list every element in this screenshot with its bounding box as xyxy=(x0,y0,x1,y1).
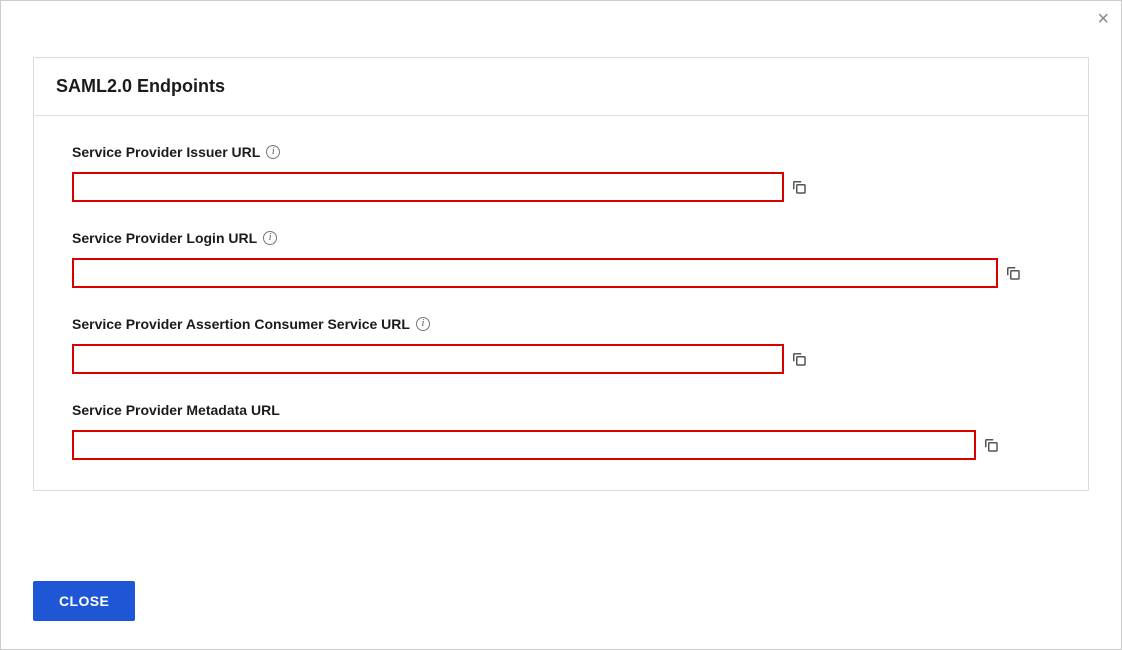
info-icon[interactable]: i xyxy=(263,231,277,245)
card-header: SAML2.0 Endpoints xyxy=(34,58,1088,116)
info-icon[interactable]: i xyxy=(266,145,280,159)
label-row: Service Provider Metadata URL xyxy=(72,402,1050,418)
acs-label: Service Provider Assertion Consumer Serv… xyxy=(72,316,410,332)
field-issuer: Service Provider Issuer URL i xyxy=(72,144,1050,202)
copy-icon[interactable] xyxy=(1004,264,1022,282)
info-icon[interactable]: i xyxy=(416,317,430,331)
input-row xyxy=(72,172,1050,202)
close-icon[interactable]: × xyxy=(1097,9,1109,29)
input-row xyxy=(72,344,1050,374)
modal-footer: CLOSE xyxy=(33,581,135,621)
label-row: Service Provider Assertion Consumer Serv… xyxy=(72,316,1050,332)
copy-icon[interactable] xyxy=(982,436,1000,454)
metadata-input[interactable] xyxy=(72,430,976,460)
endpoints-card: SAML2.0 Endpoints Service Provider Issue… xyxy=(33,57,1089,491)
login-input[interactable] xyxy=(72,258,998,288)
acs-input[interactable] xyxy=(72,344,784,374)
login-label: Service Provider Login URL xyxy=(72,230,257,246)
input-row xyxy=(72,430,1050,460)
metadata-label: Service Provider Metadata URL xyxy=(72,402,280,418)
label-row: Service Provider Login URL i xyxy=(72,230,1050,246)
close-button[interactable]: CLOSE xyxy=(33,581,135,621)
label-row: Service Provider Issuer URL i xyxy=(72,144,1050,160)
copy-icon[interactable] xyxy=(790,178,808,196)
issuer-label: Service Provider Issuer URL xyxy=(72,144,260,160)
copy-icon[interactable] xyxy=(790,350,808,368)
card-body: Service Provider Issuer URL i Service Pr… xyxy=(34,116,1088,490)
field-metadata: Service Provider Metadata URL xyxy=(72,402,1050,460)
field-login: Service Provider Login URL i xyxy=(72,230,1050,288)
issuer-input[interactable] xyxy=(72,172,784,202)
input-row xyxy=(72,258,1050,288)
card-title: SAML2.0 Endpoints xyxy=(56,76,1066,97)
field-acs: Service Provider Assertion Consumer Serv… xyxy=(72,316,1050,374)
